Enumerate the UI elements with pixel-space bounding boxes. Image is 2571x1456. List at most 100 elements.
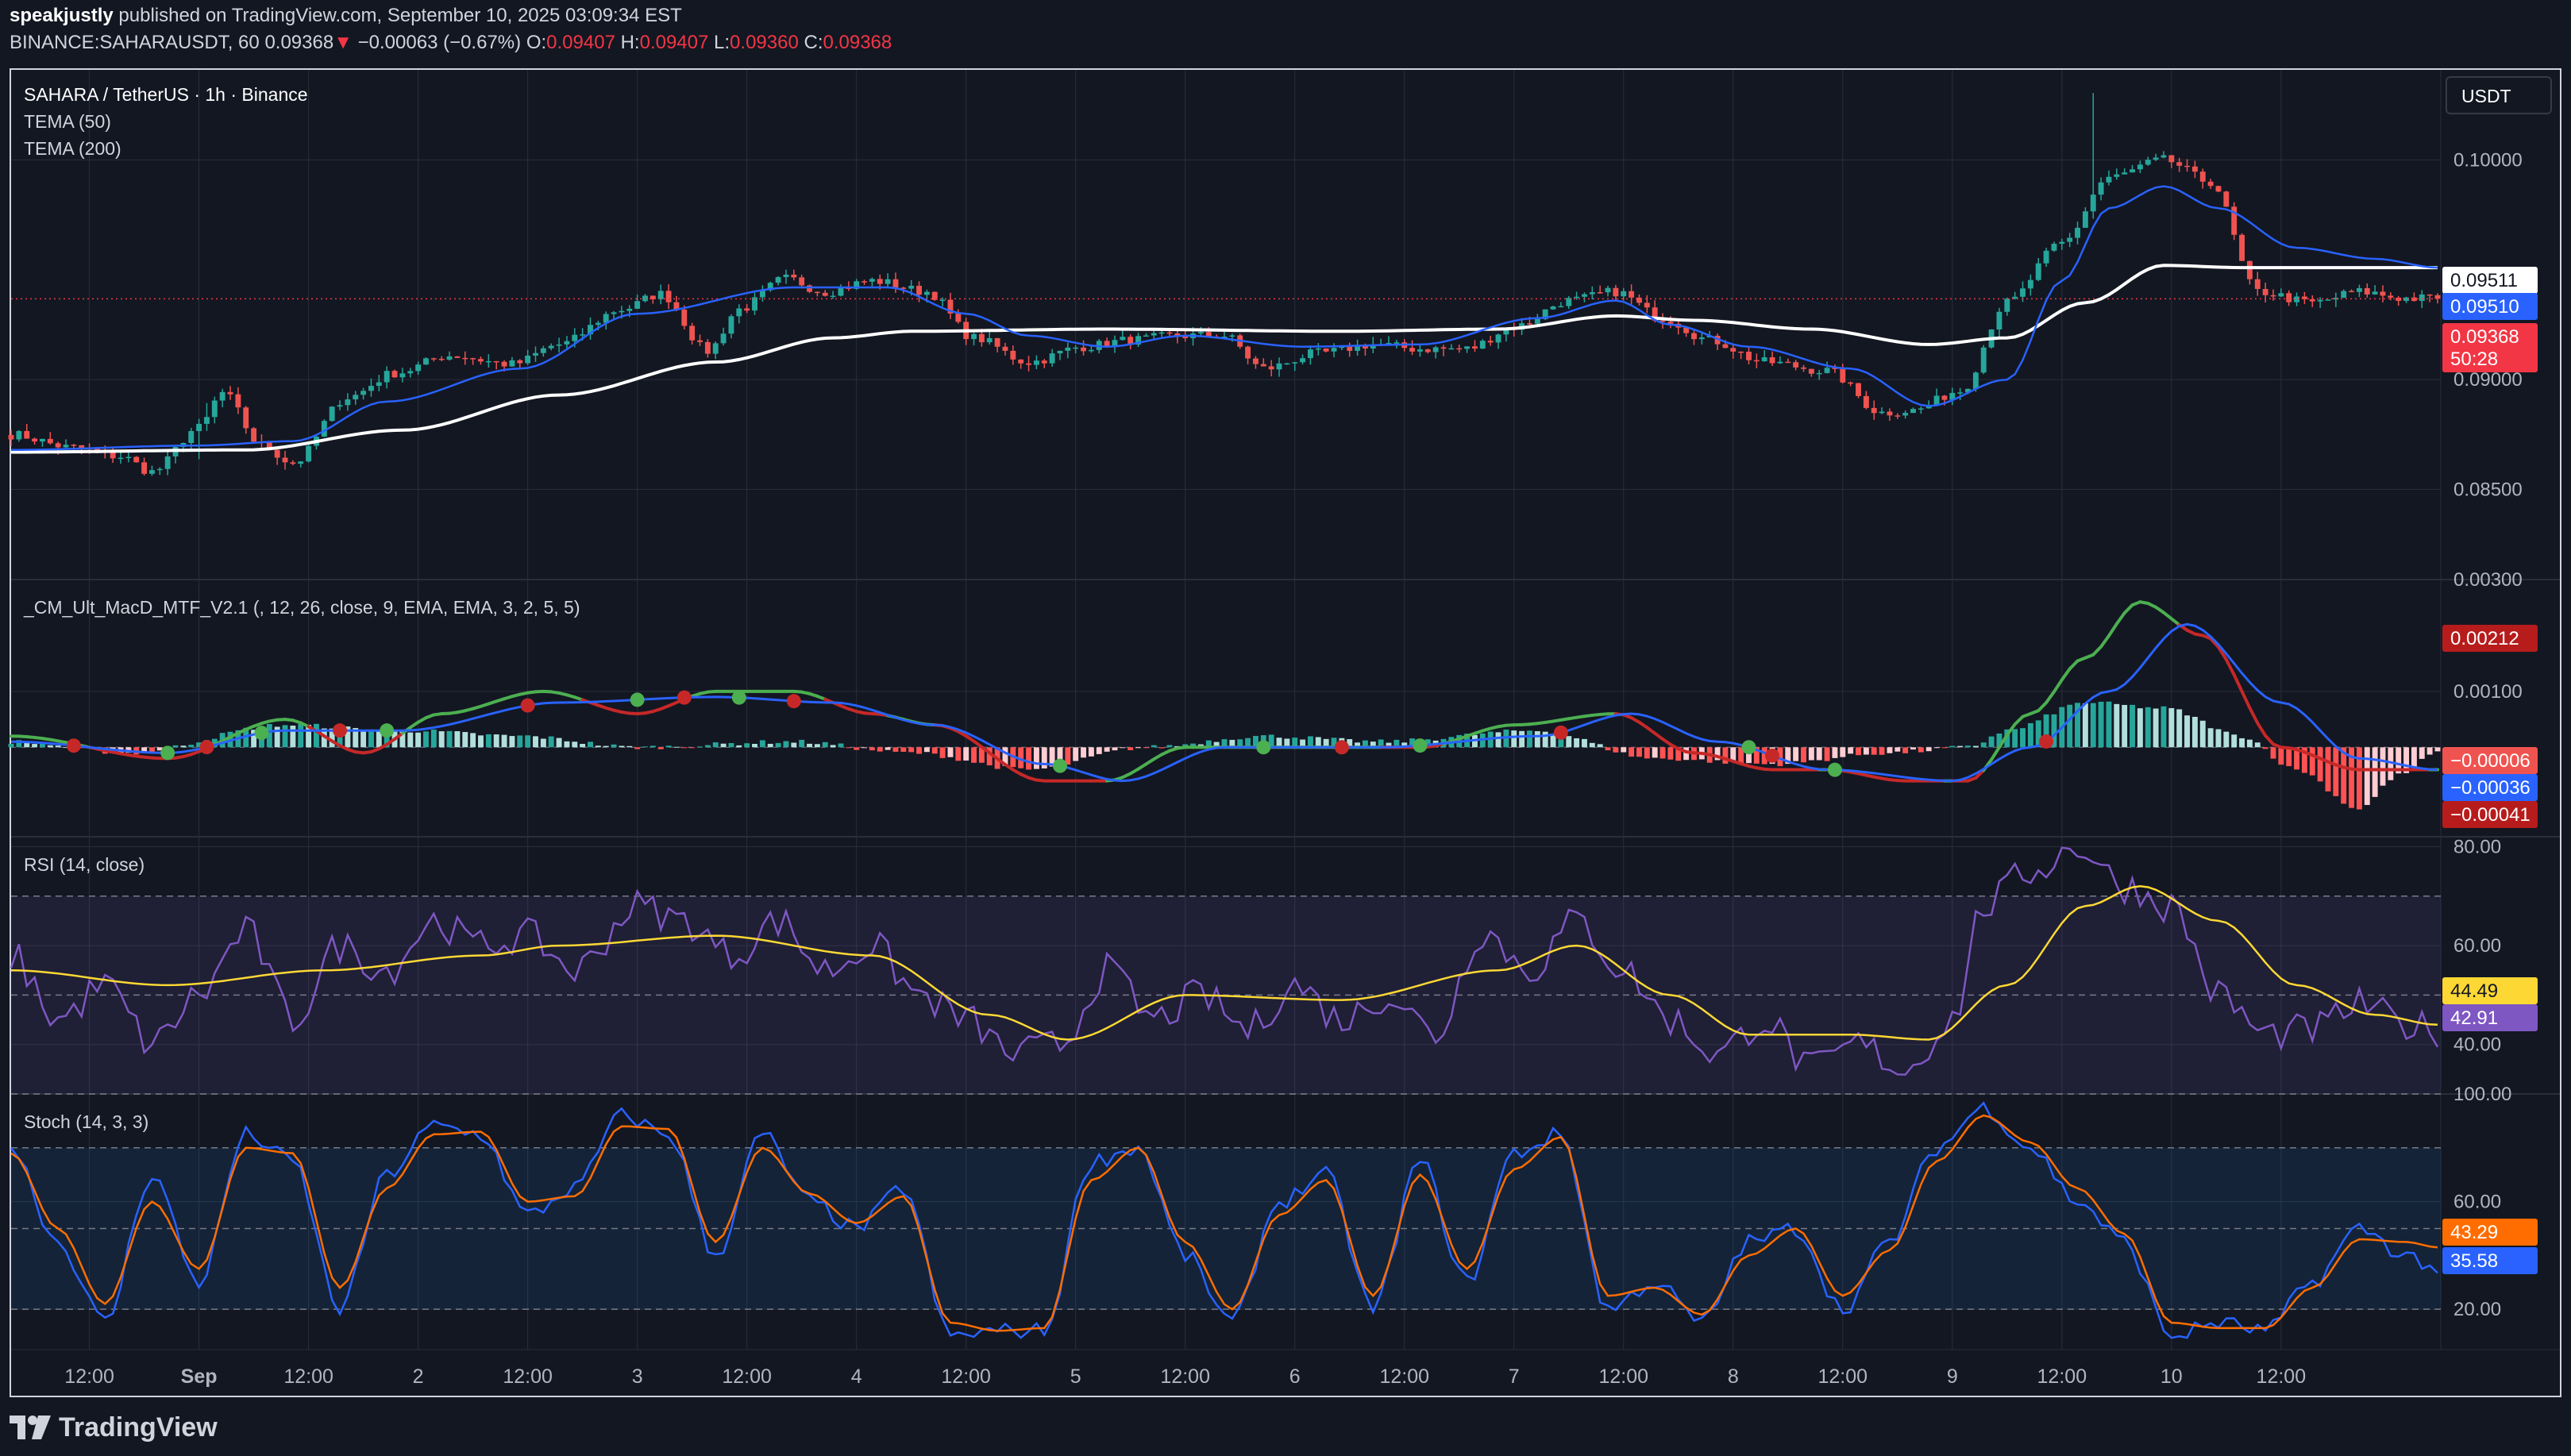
stoch-pane-title[interactable]: Stoch (14, 3, 3) [24,1111,148,1133]
macd-histogram-bar [1574,738,1580,748]
candle-body [681,310,688,326]
candle-body [2168,155,2175,163]
candle-body [1260,364,1266,367]
candle-body [1698,337,1705,340]
candle-body [2325,299,2331,301]
candle-body [580,334,586,336]
x-tick-label-19: 10 [2160,1365,2183,1388]
candle-body [462,357,468,360]
candle-body [24,430,30,439]
candle-body [665,291,672,302]
candle-body [955,313,962,322]
tema50-line [11,185,2438,451]
value-tag-p0-1: 0.09510 [2450,296,2519,318]
x-tick-label-2: 12:00 [283,1365,333,1388]
macd-histogram-bar [1519,730,1525,748]
candle-body [501,361,507,367]
macd-histogram-bar [720,743,727,748]
candle-body [407,371,414,374]
candle-body [1597,292,1603,294]
macd-histogram-bar [1856,747,1861,756]
y-tick-label-p1-0: 0.00300 [2453,569,2523,591]
candle-body [540,348,546,353]
candle-body [689,325,696,341]
candle-body [2388,295,2394,298]
candle-body [2082,211,2088,228]
legend-tema200[interactable]: TEMA (200) [24,138,121,160]
chart-canvas[interactable]: 0.100000.090000.085000.003000.0010080.00… [0,0,2571,1456]
candle-body [1582,294,1587,297]
candle-body [16,430,22,440]
candle-body [1816,372,1822,375]
x-tick-label-4: 12:00 [503,1365,553,1388]
rsi-pane-title[interactable]: RSI (14, close) [24,854,145,876]
y-tick-label-p2-1: 60.00 [2453,935,2501,957]
macd-line-segment [2240,689,2252,710]
macd-histogram-bar [2012,729,2018,748]
legend-tema50[interactable]: TEMA (50) [24,111,111,133]
candle-body [1010,350,1016,360]
candle-body [360,391,367,395]
tradingview-logo[interactable]: TradingView [10,1410,218,1445]
macd-histogram-bar [564,741,570,748]
macd-histogram-bar [877,747,883,752]
x-tick-label-18: 12:00 [2037,1365,2087,1388]
macd-histogram-bar [588,741,593,748]
macd-histogram-bar [838,743,844,748]
macd-histogram-bar [689,747,696,749]
macd-histogram-bar [1096,747,1102,754]
macd-line-segment [2013,715,2025,726]
macd-histogram-bar [923,747,930,753]
macd-histogram-bar [1933,747,1940,749]
candle-body [2341,291,2347,299]
currency-unit-button[interactable]: USDT [2446,76,2552,114]
macd-cross-dot [1334,740,1349,755]
candle-body [1996,311,2002,330]
value-tag-p1-2: −0.00036 [2450,777,2531,799]
macd-cross-dot [1413,738,1428,753]
candle-body [1550,306,1556,310]
candle-body [619,310,625,313]
macd-histogram-bar [533,736,538,748]
candle-body [1143,335,1149,337]
macd-histogram-bar [955,747,962,761]
macd-histogram-bar [2278,747,2284,765]
macd-histogram-bar [744,743,750,748]
macd-histogram-bar [1033,747,1039,769]
macd-histogram-bar [752,743,757,748]
candle-body [368,386,374,391]
macd-histogram-bar [2153,708,2159,748]
macd-histogram-bar [1910,747,1916,750]
macd-histogram-bar [2411,747,2417,768]
macd-histogram-bar [172,745,179,748]
candle-body [1229,335,1235,337]
candle-body [1424,349,1431,352]
macd-histogram-bar [2309,747,2315,776]
candle-body [517,360,523,364]
macd-histogram-bar [2098,701,2104,748]
candle-body [1276,363,1282,370]
candle-body [994,337,1000,347]
macd-line-segment [2060,667,2072,682]
candle-body [2309,299,2315,302]
macd-histogram-bar [963,747,969,761]
macd-histogram-bar [540,738,546,748]
candle-body [2153,157,2159,160]
macd-line-segment [2091,645,2103,657]
macd-cross-dot [731,690,746,705]
candle-body [8,434,14,440]
candle-body [2035,263,2041,280]
macd-pane-title[interactable]: _CM_Ult_MacD_MTF_V2.1 (, 12, 26, close, … [24,597,580,618]
candle-body [908,285,915,289]
candle-body [1957,392,1964,394]
macd-histogram-bar [908,747,915,753]
x-tick-label-12: 12:00 [1379,1365,1429,1388]
candle-body [219,391,225,401]
candle-body [438,358,445,360]
macd-histogram-bar [1112,747,1118,751]
macd-histogram-bar [430,729,437,748]
candle-body [39,438,45,442]
macd-cross-dot [1827,762,1842,777]
macd-cross-dot [380,723,395,738]
macd-histogram-bar [2364,747,2370,805]
